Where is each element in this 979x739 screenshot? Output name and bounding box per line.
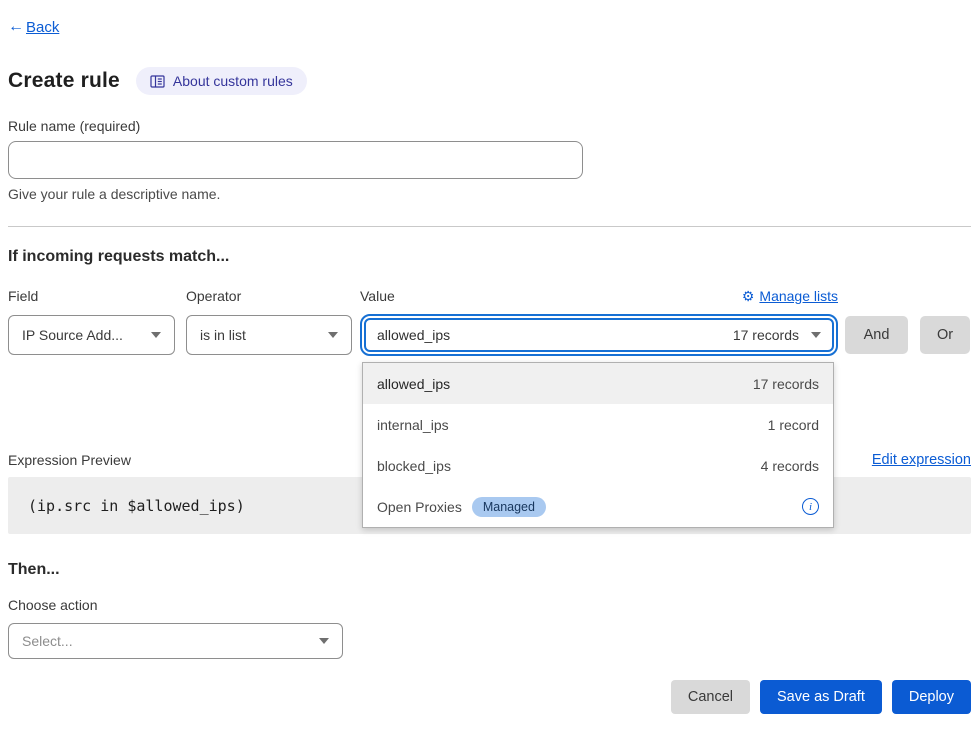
about-custom-rules-link[interactable]: About custom rules [136,67,307,95]
section-divider [8,226,971,227]
manage-lists-link[interactable]: ⚙ Manage lists [742,288,838,304]
list-option-open-proxies[interactable]: Open Proxies Managed i [363,486,833,527]
info-icon[interactable]: i [802,498,819,515]
chevron-down-icon [811,332,821,338]
list-option-blocked-ips[interactable]: blocked_ips 4 records [363,445,833,486]
edit-expression-link[interactable]: Edit expression [872,452,971,468]
expression-preview-label: Expression Preview [8,452,131,468]
cancel-button[interactable]: Cancel [671,680,750,714]
value-combobox-focus-ring: allowed_ips 17 records [360,314,838,356]
value-combobox-count: 17 records [733,327,799,343]
value-combobox[interactable]: allowed_ips 17 records [364,318,834,352]
action-select[interactable]: Select... [8,623,343,659]
save-as-draft-button[interactable]: Save as Draft [760,680,882,714]
create-rule-page: ←Back Create rule About custom rules Rul… [0,0,979,714]
list-option-name: Open Proxies [377,499,462,515]
chevron-down-icon [328,332,338,338]
field-label: Field [8,288,175,304]
back-link-label: Back [26,19,59,36]
book-icon [150,75,165,88]
about-badge-label: About custom rules [173,73,293,89]
list-option-name: blocked_ips [377,458,451,474]
list-option-internal-ips[interactable]: internal_ips 1 record [363,404,833,445]
footer-actions: Cancel Save as Draft Deploy [8,680,971,714]
page-title: Create rule [8,69,120,93]
rule-name-helper: Give your rule a descriptive name. [8,186,971,202]
deploy-button[interactable]: Deploy [892,680,971,714]
value-label: Value [360,288,395,304]
value-combobox-text: allowed_ips [377,327,450,343]
list-option-count: 17 records [753,376,819,392]
list-option-name: allowed_ips [377,376,450,392]
chevron-down-icon [319,638,329,644]
and-button[interactable]: And [845,316,908,354]
action-select-placeholder: Select... [22,633,73,649]
list-dropdown-panel: allowed_ips 17 records internal_ips 1 re… [362,362,834,528]
field-select-value: IP Source Add... [22,327,123,343]
manage-lists-label: Manage lists [759,288,838,304]
field-select[interactable]: IP Source Add... [8,315,175,355]
managed-badge: Managed [472,497,546,517]
list-option-allowed-ips[interactable]: allowed_ips 17 records [363,363,833,404]
rule-name-input[interactable] [8,141,583,179]
list-option-count: 4 records [761,458,819,474]
back-arrow-icon: ← [8,18,24,36]
back-link[interactable]: ←Back [8,18,59,36]
chevron-down-icon [151,332,161,338]
rule-name-label: Rule name (required) [8,118,971,134]
list-option-name: internal_ips [377,417,449,433]
match-section-heading: If incoming requests match... [8,248,971,266]
operator-select-value: is in list [200,327,246,343]
gear-icon: ⚙ [742,289,755,303]
operator-label: Operator [186,288,352,304]
heading-row: Create rule About custom rules [8,67,971,95]
condition-row: IP Source Add... is in list allowed_ips … [8,314,971,356]
operator-select[interactable]: is in list [186,315,352,355]
then-section-heading: Then... [8,561,971,579]
condition-labels-row: Field Operator Value ⚙ Manage lists [8,288,971,304]
list-option-count: 1 record [768,417,819,433]
choose-action-label: Choose action [8,597,971,613]
or-button[interactable]: Or [920,316,970,354]
